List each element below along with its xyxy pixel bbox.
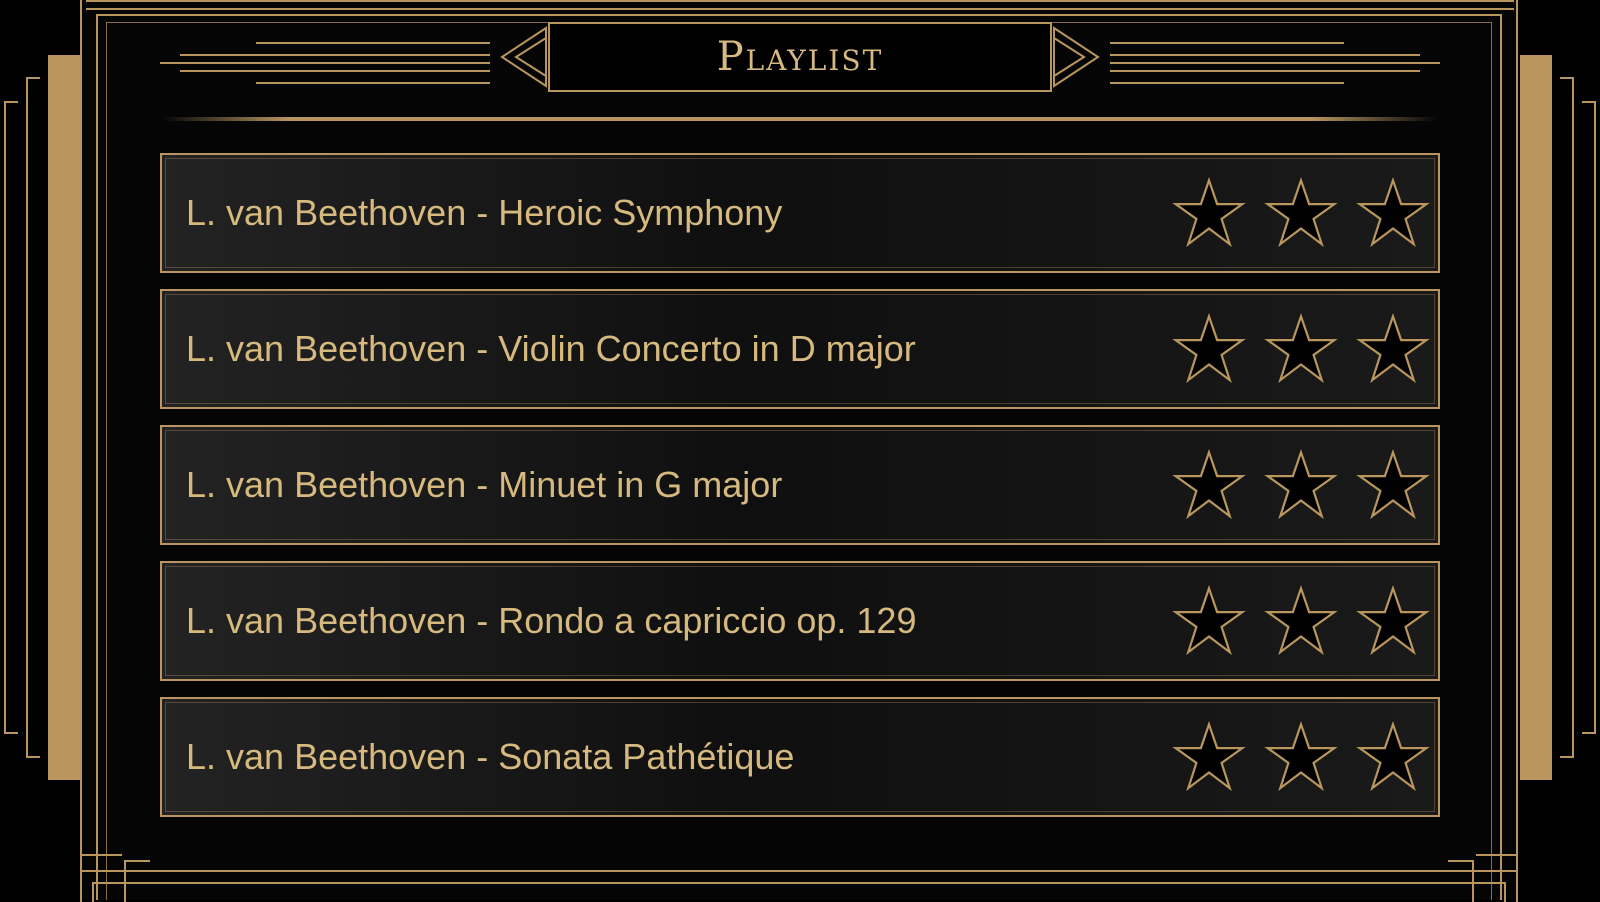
track-title: L. van Beethoven - Minuet in G major <box>186 464 783 505</box>
track-row[interactable]: L. van Beethoven - Sonata Pathétique <box>160 697 1440 817</box>
star-icon[interactable] <box>1172 312 1246 386</box>
rating-stars <box>1172 699 1430 815</box>
star-icon[interactable] <box>1356 312 1430 386</box>
star-icon[interactable] <box>1356 720 1430 794</box>
track-row[interactable]: L. van Beethoven - Minuet in G major <box>160 425 1440 545</box>
page-title: Playlist <box>716 34 884 80</box>
star-icon[interactable] <box>1172 176 1246 250</box>
star-icon[interactable] <box>1264 584 1338 658</box>
left-frame-decoration <box>0 55 80 780</box>
track-title: L. van Beethoven - Heroic Symphony <box>186 192 783 233</box>
playlist-header: Playlist <box>160 22 1440 102</box>
header-ornament-left <box>160 40 490 88</box>
rating-stars <box>1172 155 1430 271</box>
top-frame-rule <box>86 0 1514 10</box>
title-box: Playlist <box>548 22 1052 92</box>
track-row[interactable]: L. van Beethoven - Rondo a capriccio op.… <box>160 561 1440 681</box>
star-icon[interactable] <box>1264 176 1338 250</box>
right-frame-decoration <box>1520 55 1600 780</box>
rating-stars <box>1172 291 1430 407</box>
track-title: L. van Beethoven - Sonata Pathétique <box>186 736 795 777</box>
track-row[interactable]: L. van Beethoven - Violin Concerto in D … <box>160 289 1440 409</box>
track-list: L. van Beethoven - Heroic Symphony L. va… <box>160 153 1440 833</box>
header-arrow-right-icon <box>1053 26 1100 88</box>
header-arrow-left-icon <box>500 26 547 88</box>
track-title: L. van Beethoven - Rondo a capriccio op.… <box>186 600 917 641</box>
star-icon[interactable] <box>1264 720 1338 794</box>
track-title: L. van Beethoven - Violin Concerto in D … <box>186 328 916 369</box>
star-icon[interactable] <box>1172 720 1246 794</box>
star-icon[interactable] <box>1356 584 1430 658</box>
star-icon[interactable] <box>1356 176 1430 250</box>
star-icon[interactable] <box>1264 312 1338 386</box>
header-divider <box>162 117 1438 121</box>
header-ornament-right <box>1110 40 1440 88</box>
star-icon[interactable] <box>1356 448 1430 522</box>
bottom-frame-decoration <box>80 838 1518 902</box>
star-icon[interactable] <box>1264 448 1338 522</box>
star-icon[interactable] <box>1172 448 1246 522</box>
track-row[interactable]: L. van Beethoven - Heroic Symphony <box>160 153 1440 273</box>
star-icon[interactable] <box>1172 584 1246 658</box>
rating-stars <box>1172 427 1430 543</box>
rating-stars <box>1172 563 1430 679</box>
